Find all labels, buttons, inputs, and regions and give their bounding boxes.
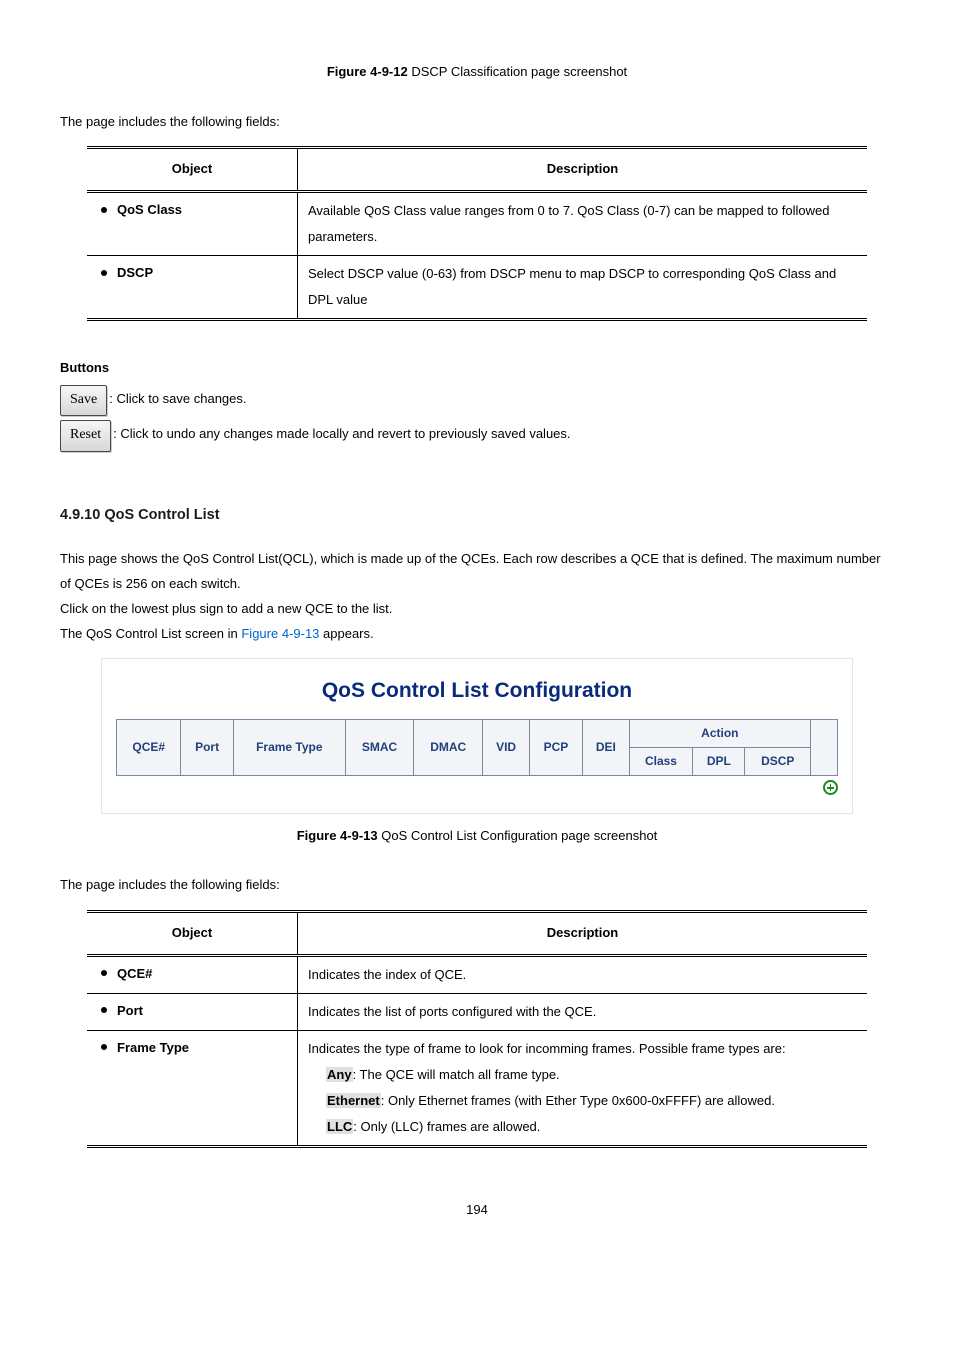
- table2-row0-desc: Indicates the index of QCE.: [298, 955, 868, 993]
- figure-caption-1: Figure 4-9-12 DSCP Classification page s…: [60, 60, 894, 85]
- frametype-llc-text: : Only (LLC) frames are allowed.: [353, 1119, 540, 1134]
- page-number: 194: [60, 1198, 894, 1223]
- section-para-2: Click on the lowest plus sign to add a n…: [60, 597, 894, 622]
- section-para-3b: appears.: [319, 626, 373, 641]
- table-row: Port Indicates the list of ports configu…: [87, 993, 867, 1030]
- fields-intro-2: The page includes the following fields:: [60, 873, 894, 898]
- bullet-icon: [101, 270, 107, 276]
- table-row: Frame Type Indicates the type of frame t…: [87, 1030, 867, 1146]
- table-row: DSCP Select DSCP value (0-63) from DSCP …: [87, 256, 867, 320]
- qcl-th-dmac: DMAC: [414, 720, 483, 776]
- fields-table-1: Object Description QoS Class Available Q…: [87, 146, 867, 321]
- bullet-icon: [101, 970, 107, 976]
- table1-row1-obj: DSCP: [117, 265, 153, 280]
- frametype-llc-label: LLC: [326, 1119, 353, 1134]
- figure-link[interactable]: Figure 4-9-13: [241, 626, 319, 641]
- qcl-th-frametype: Frame Type: [233, 720, 345, 776]
- qcl-figure: QoS Control List Configuration QCE# Port…: [101, 658, 853, 813]
- save-button-text: : Click to save changes.: [109, 391, 246, 406]
- qcl-th-spacer: [811, 720, 838, 776]
- section-para-3a: The QoS Control List screen in: [60, 626, 241, 641]
- qcl-th-dpl: DPL: [693, 747, 745, 775]
- add-qce-icon[interactable]: [823, 780, 838, 795]
- qcl-th-action: Action: [629, 720, 810, 748]
- figure-caption-2: Figure 4-9-13 QoS Control List Configura…: [60, 824, 894, 849]
- qcl-th-class: Class: [629, 747, 693, 775]
- table1-head-object: Object: [87, 148, 298, 192]
- frametype-any-label: Any: [326, 1067, 353, 1082]
- bullet-icon: [101, 1007, 107, 1013]
- section-para-1: This page shows the QoS Control List(QCL…: [60, 547, 894, 596]
- qcl-th-dei: DEI: [583, 720, 630, 776]
- frametype-ethernet-text: : Only Ethernet frames (with Ether Type …: [381, 1093, 775, 1108]
- bullet-icon: [101, 1044, 107, 1050]
- figure-caption-2-prefix: Figure 4-9-13: [297, 828, 382, 843]
- fields-table-2: Object Description QCE# Indicates the in…: [87, 910, 867, 1148]
- reset-button[interactable]: Reset: [60, 420, 111, 452]
- qcl-th-dscp: DSCP: [745, 747, 811, 775]
- table1-head-description: Description: [298, 148, 868, 192]
- qcl-th-pcp: PCP: [529, 720, 582, 776]
- frametype-ethernet-label: Ethernet: [326, 1093, 381, 1108]
- save-button[interactable]: Save: [60, 385, 107, 417]
- figure-caption-1-text: DSCP Classification page screenshot: [411, 64, 627, 79]
- table2-head-object: Object: [87, 911, 298, 955]
- reset-button-text: : Click to undo any changes made locally…: [113, 426, 570, 441]
- table2-row1-desc: Indicates the list of ports configured w…: [298, 993, 868, 1030]
- fields-intro-1: The page includes the following fields:: [60, 110, 894, 135]
- table2-row2-obj: Frame Type: [117, 1040, 189, 1055]
- qcl-title: QoS Control List Configuration: [116, 671, 838, 711]
- qcl-th-port: Port: [181, 720, 233, 776]
- table1-row1-desc: Select DSCP value (0-63) from DSCP menu …: [298, 256, 868, 320]
- buttons-heading: Buttons: [60, 356, 894, 381]
- table-row: QoS Class Available QoS Class value rang…: [87, 192, 867, 256]
- frametype-any-text: : The QCE will match all frame type.: [353, 1067, 560, 1082]
- table2-row0-obj: QCE#: [117, 966, 152, 981]
- figure-caption-2-text: QoS Control List Configuration page scre…: [381, 828, 657, 843]
- qcl-th-smac: SMAC: [345, 720, 413, 776]
- qcl-th-vid: VID: [483, 720, 530, 776]
- qcl-th-qce: QCE#: [117, 720, 181, 776]
- table2-row1-obj: Port: [117, 1003, 143, 1018]
- qcl-table: QCE# Port Frame Type SMAC DMAC VID PCP D…: [116, 719, 838, 802]
- table-row: QCE# Indicates the index of QCE.: [87, 955, 867, 993]
- figure-caption-1-prefix: Figure 4-9-12: [327, 64, 412, 79]
- table1-row0-desc: Available QoS Class value ranges from 0 …: [298, 192, 868, 256]
- table1-row0-obj: QoS Class: [117, 202, 182, 217]
- section-para-3: The QoS Control List screen in Figure 4-…: [60, 622, 894, 647]
- table2-head-description: Description: [298, 911, 868, 955]
- bullet-icon: [101, 207, 107, 213]
- table2-row2-intro: Indicates the type of frame to look for …: [308, 1036, 857, 1062]
- section-heading: 4.9.10 QoS Control List: [60, 502, 894, 530]
